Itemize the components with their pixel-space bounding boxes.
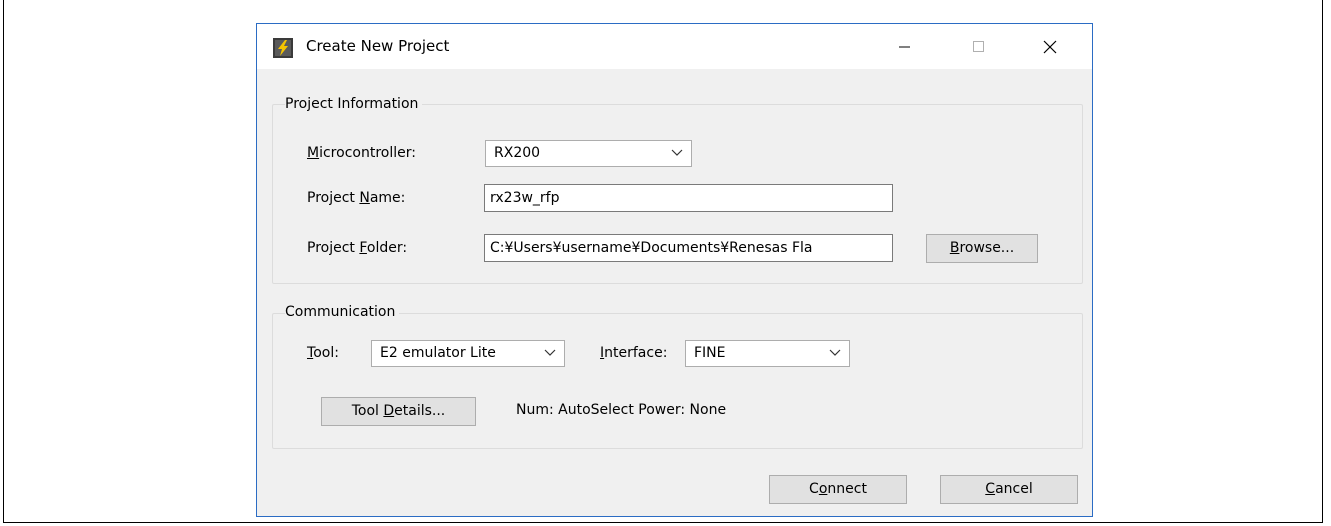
tool-select[interactable]: E2 emulator Lite <box>371 340 565 367</box>
communication-group <box>272 313 1083 449</box>
chevron-down-icon <box>829 349 841 356</box>
project-folder-label: Project Folder: <box>307 240 408 256</box>
tool-value: E2 emulator Lite <box>380 345 496 361</box>
chevron-down-icon <box>671 149 683 156</box>
project-name-label: Project Name: <box>307 190 406 206</box>
microcontroller-select[interactable]: RX200 <box>485 140 692 167</box>
close-icon <box>1043 40 1057 54</box>
maximize-icon <box>973 41 984 52</box>
communication-status-text: Num: AutoSelect Power: None <box>516 402 727 418</box>
create-new-project-dialog: Create New Project Project Information M… <box>256 23 1093 517</box>
microcontroller-label: Microcontroller: <box>307 145 416 161</box>
browse-button[interactable]: Browse... <box>926 234 1038 263</box>
project-information-group-title: Project Information <box>285 96 423 112</box>
project-name-input[interactable]: rx23w_rfp <box>484 184 893 212</box>
maximize-button[interactable] <box>955 24 1001 69</box>
project-folder-input[interactable]: C:¥Users¥username¥Documents¥Renesas Fla <box>484 234 893 262</box>
interface-value: FINE <box>694 345 726 361</box>
communication-group-title: Communication <box>285 304 400 320</box>
title-bar[interactable]: Create New Project <box>257 24 1092 69</box>
tool-label: Tool: <box>307 345 339 361</box>
window-title: Create New Project <box>306 37 450 55</box>
app-icon <box>273 38 293 58</box>
tool-details-button[interactable]: Tool Details... <box>321 397 476 426</box>
interface-label: Interface: <box>600 345 668 361</box>
minimize-icon <box>899 46 910 48</box>
chevron-down-icon <box>544 349 556 356</box>
close-button[interactable] <box>1027 24 1073 69</box>
minimize-button[interactable] <box>881 24 927 69</box>
microcontroller-value: RX200 <box>494 145 541 161</box>
cancel-button[interactable]: Cancel <box>940 475 1078 504</box>
connect-button[interactable]: Connect <box>769 475 907 504</box>
interface-select[interactable]: FINE <box>685 340 850 367</box>
